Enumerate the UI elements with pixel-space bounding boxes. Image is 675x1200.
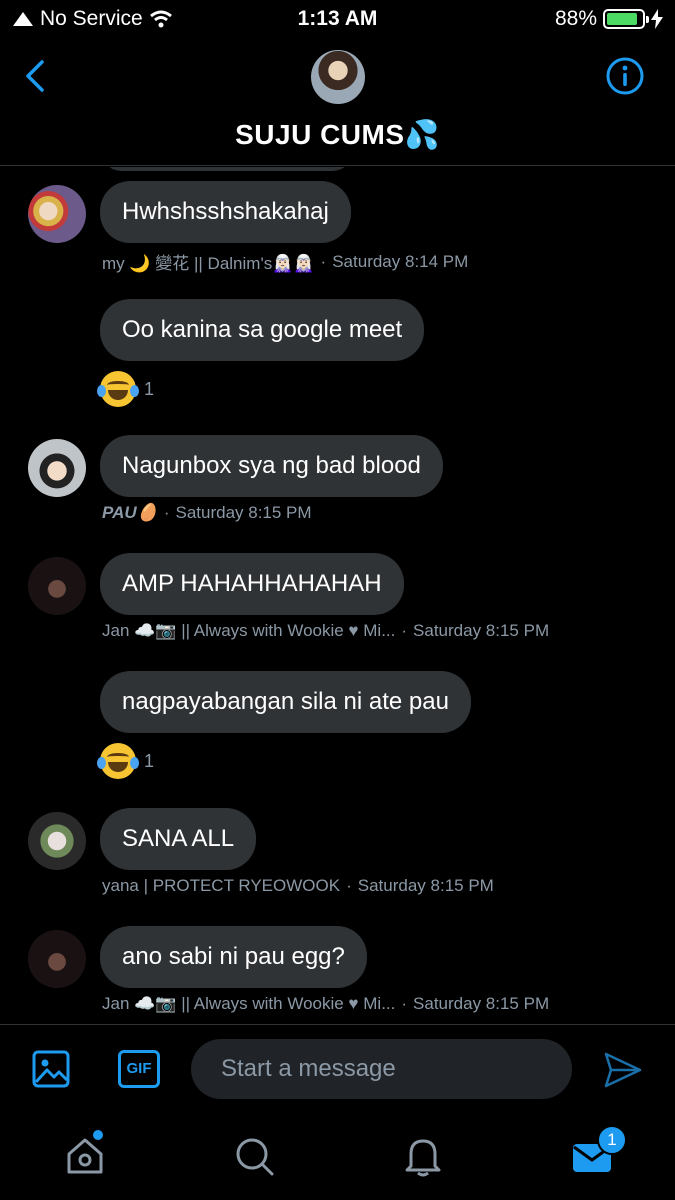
sender-avatar[interactable]	[28, 557, 86, 615]
message-meta: Jan ☁️📷 || Always with Wookie ♥ Mi... · …	[102, 621, 549, 641]
image-icon[interactable]	[31, 1049, 71, 1089]
battery-icon	[603, 9, 649, 29]
message-meta: my 🌙 變花 || Dalnim's🧝🏻‍♀️🧝🏻‍♀️ · Saturday…	[102, 249, 468, 274]
meta-separator: ·	[163, 503, 170, 522]
sender-name: yana | PROTECT RYEOWOOK	[102, 876, 341, 895]
notifications-bell-icon[interactable]	[401, 1134, 445, 1178]
meta-separator: ·	[346, 876, 352, 895]
message-time: Saturday 8:14 PM	[332, 251, 469, 271]
conversation-title: SUJU CUMS💦	[235, 119, 440, 150]
sender-avatar[interactable]	[28, 185, 86, 243]
sender-name: my 🌙 變花 || Dalnim's🧝🏻‍♀️🧝🏻‍♀️	[102, 254, 315, 273]
search-icon[interactable]	[232, 1134, 276, 1178]
reaction-summary[interactable]: 1	[97, 371, 155, 407]
message-bubble[interactable]: Hwhshsshshakahaj	[100, 181, 351, 243]
battery-fill	[607, 13, 637, 25]
sender-avatar[interactable]	[28, 812, 86, 870]
messages-badge: 1	[597, 1125, 627, 1155]
message-time: Saturday 8:15 PM	[413, 621, 550, 640]
sender-avatar[interactable]	[28, 930, 86, 988]
message-composer: GIF	[0, 1024, 675, 1112]
meta-separator: ·	[401, 994, 408, 1013]
message-bubble[interactable]: nagpayabangan sila ni ate pau	[100, 671, 471, 733]
reaction-summary[interactable]: 1	[97, 743, 155, 779]
send-icon[interactable]	[603, 1051, 643, 1089]
conversation-header: SUJU CUMS💦	[0, 38, 675, 166]
status-right: 88%	[555, 7, 663, 31]
message-bubble[interactable]: Oo kanina sa google meet	[100, 299, 425, 361]
home-unread-dot	[93, 1130, 103, 1140]
sender-avatar[interactable]	[28, 439, 86, 497]
back-chevron-icon[interactable]	[20, 56, 50, 96]
message-list[interactable]: Hwhshsshshakahaj my 🌙 變花 || Dalnim's🧝🏻‍♀…	[0, 167, 675, 1023]
info-icon[interactable]	[605, 56, 645, 96]
message-bubble[interactable]: SANA ALL	[100, 808, 257, 870]
message-meta: yana | PROTECT RYEOWOOK · Saturday 8:15 …	[102, 876, 494, 896]
message-bubble-partial	[100, 167, 354, 171]
reaction-count: 1	[144, 378, 155, 399]
message-bubble[interactable]: Nagunbox sya ng bad blood	[100, 435, 443, 497]
message-input[interactable]	[191, 1039, 572, 1099]
message-time: Saturday 8:15 PM	[413, 994, 550, 1013]
charging-bolt-icon	[651, 9, 663, 29]
status-bar: No Service 1:13 AM 88%	[0, 0, 675, 38]
laughing-tears-emoji-icon	[97, 371, 139, 407]
message-bubble[interactable]: AMP HAHAHHAHAHAH	[100, 553, 404, 615]
reaction-count: 1	[144, 750, 155, 771]
message-time: Saturday 8:15 PM	[357, 876, 494, 895]
sender-name: PAU🥚	[102, 503, 158, 522]
home-icon[interactable]	[63, 1134, 107, 1178]
gif-button[interactable]: GIF	[118, 1050, 160, 1088]
bottom-tab-bar	[0, 1112, 675, 1200]
sender-name: Jan ☁️📷 || Always with Wookie ♥ Mi...	[102, 994, 396, 1013]
message-bubble[interactable]: ano sabi ni pau egg?	[100, 926, 367, 988]
message-meta: PAU🥚 · Saturday 8:15 PM	[102, 503, 312, 523]
battery-percent: 88%	[554, 7, 597, 30]
message-meta: Jan ☁️📷 || Always with Wookie ♥ Mi... · …	[102, 994, 549, 1014]
meta-separator: ·	[320, 251, 327, 271]
laughing-tears-emoji-icon	[97, 743, 139, 779]
message-time: Saturday 8:15 PM	[175, 503, 312, 522]
group-avatar[interactable]	[311, 50, 365, 104]
sender-name: Jan ☁️📷 || Always with Wookie ♥ Mi...	[102, 621, 396, 640]
meta-separator: ·	[401, 621, 408, 640]
